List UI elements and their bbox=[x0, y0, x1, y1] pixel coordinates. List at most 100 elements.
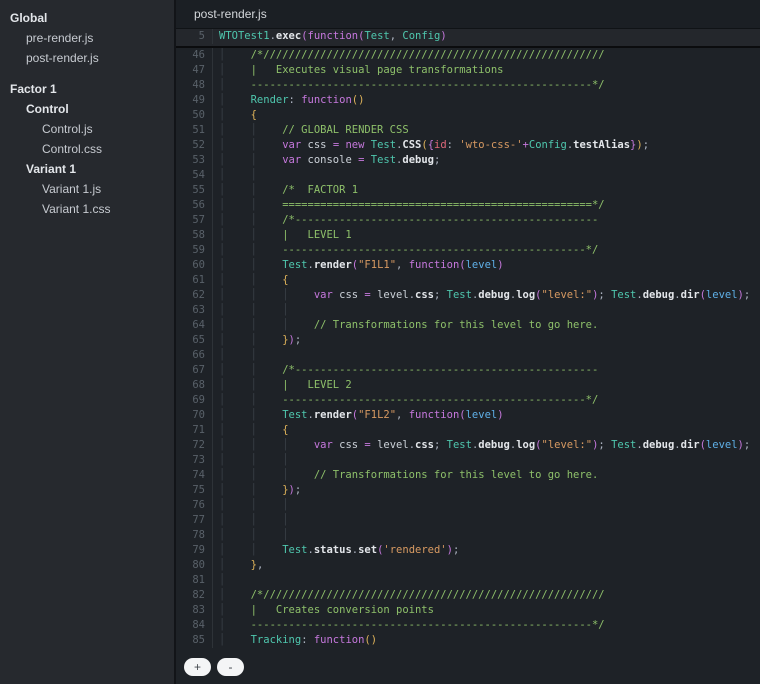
line-number: 59 bbox=[192, 244, 205, 256]
code-line-57: 57 │ │ /*--------------------------------… bbox=[176, 213, 760, 228]
zoom-in-button[interactable]: + bbox=[184, 658, 211, 676]
code-line-47: 47 │ | Executes visual page transformatio… bbox=[176, 63, 760, 78]
code-line-52: 52 │ │ var css = new Test.CSS({id: 'wto-c… bbox=[176, 138, 760, 153]
code-line-65: 65 │ │ }); bbox=[176, 333, 760, 348]
code-line-71: 71 │ │ { bbox=[176, 423, 760, 438]
line-number: 62 bbox=[192, 289, 205, 301]
line-number: 60 bbox=[192, 259, 205, 271]
line-number: 50 bbox=[192, 109, 205, 121]
code-line-82: 82 │ /*//////////////////////////////////… bbox=[176, 588, 760, 603]
file-tree-sidebar: Global pre-render.js post-render.js Factor … bbox=[0, 0, 176, 684]
sidebar-item-global[interactable]: Global bbox=[0, 8, 174, 28]
sidebar-item-variant-1-css[interactable]: Variant 1.css bbox=[0, 199, 174, 219]
line-number: 5 bbox=[198, 30, 205, 42]
line-number: 57 bbox=[192, 214, 205, 226]
sidebar-item-control-css[interactable]: Control.css bbox=[0, 139, 174, 159]
code-line-55: 55 │ │ /* FACTOR 1 bbox=[176, 183, 760, 198]
line-number: 71 bbox=[192, 424, 205, 436]
code-line-56: 56 │ │ ==================================… bbox=[176, 198, 760, 213]
line-number: 54 bbox=[192, 169, 205, 181]
code-line-81: 81 │ bbox=[176, 573, 760, 588]
line-number: 66 bbox=[192, 349, 205, 361]
code-line-75: 75 │ │ }); bbox=[176, 483, 760, 498]
sidebar-item-pre-render-js[interactable]: pre-render.js bbox=[0, 28, 174, 48]
sidebar-item-control-js[interactable]: Control.js bbox=[0, 119, 174, 139]
line-number: 53 bbox=[192, 154, 205, 166]
code-line-70: 70 │ │ Test.render("F1L2", function(level… bbox=[176, 408, 760, 423]
line-number: 72 bbox=[192, 439, 205, 451]
code-line-73: 73 │ │ │ bbox=[176, 453, 760, 468]
line-number: 82 bbox=[192, 589, 205, 601]
code-line-5: 5 WTOTest1.exec(function(Test, Config) bbox=[176, 29, 760, 44]
line-number: 80 bbox=[192, 559, 205, 571]
sidebar-item-post-render-js[interactable]: post-render.js bbox=[0, 48, 174, 68]
code-line-85: 85 │ Tracking: function() bbox=[176, 633, 760, 648]
line-number: 67 bbox=[192, 364, 205, 376]
code-line-83: 83 │ | Creates conversion points bbox=[176, 603, 760, 618]
line-number: 78 bbox=[192, 529, 205, 541]
line-number: 49 bbox=[192, 94, 205, 106]
code-line-78: 78 │ │ │ bbox=[176, 528, 760, 543]
line-number: 63 bbox=[192, 304, 205, 316]
code-line-69: 69 │ │ ----------------------------------… bbox=[176, 393, 760, 408]
code-area[interactable]: 46 │ /*//////////////////////////////////… bbox=[176, 48, 760, 648]
editor-pane: post-render.js 5 WTOTest1.exec(function(T… bbox=[176, 0, 760, 684]
editor-zoom-controls: + - bbox=[184, 658, 244, 676]
line-number: 81 bbox=[192, 574, 205, 586]
code-line-68: 68 │ │ | LEVEL 2 bbox=[176, 378, 760, 393]
line-number: 69 bbox=[192, 394, 205, 406]
line-number: 68 bbox=[192, 379, 205, 391]
line-number: 56 bbox=[192, 199, 205, 211]
code-line-64: 64 │ │ │ // Transformations for this leve… bbox=[176, 318, 760, 333]
code-line-66: 66 │ │ bbox=[176, 348, 760, 363]
code-line-79: 79 │ │ Test.status.set('rendered'); bbox=[176, 543, 760, 558]
code-line-72: 72 │ │ │ var css = level.css; Test.debug.… bbox=[176, 438, 760, 453]
line-number: 84 bbox=[192, 619, 205, 631]
code-line-48: 48 │ ------------------------------------… bbox=[176, 78, 760, 93]
code-line-54: 54 │ │ bbox=[176, 168, 760, 183]
line-number: 83 bbox=[192, 604, 205, 616]
code-line-53: 53 │ │ var console = Test.debug; bbox=[176, 153, 760, 168]
code-line-60: 60 │ │ Test.render("F1L1", function(level… bbox=[176, 258, 760, 273]
code-line-77: 77 │ │ │ bbox=[176, 513, 760, 528]
line-number: 70 bbox=[192, 409, 205, 421]
line-number: 64 bbox=[192, 319, 205, 331]
code-line-49: 49 │ Render: function() bbox=[176, 93, 760, 108]
code-line-61: 61 │ │ { bbox=[176, 273, 760, 288]
pinned-context-line: 5 WTOTest1.exec(function(Test, Config) bbox=[176, 29, 760, 48]
line-number: 55 bbox=[192, 184, 205, 196]
line-number: 52 bbox=[192, 139, 205, 151]
line-number: 58 bbox=[192, 229, 205, 241]
sidebar-item-variant-1[interactable]: Variant 1 bbox=[0, 159, 174, 179]
zoom-out-button[interactable]: - bbox=[217, 658, 244, 676]
code-line-63: 63 │ │ │ bbox=[176, 303, 760, 318]
sidebar-item-factor-1[interactable]: Factor 1 bbox=[0, 79, 174, 99]
code-line-74: 74 │ │ │ // Transformations for this leve… bbox=[176, 468, 760, 483]
app-window: Global pre-render.js post-render.js Factor … bbox=[0, 0, 760, 684]
code-line-67: 67 │ │ /*--------------------------------… bbox=[176, 363, 760, 378]
line-number: 48 bbox=[192, 79, 205, 91]
tab-bar: post-render.js bbox=[176, 0, 760, 29]
code-line-84: 84 │ ------------------------------------… bbox=[176, 618, 760, 633]
line-number: 47 bbox=[192, 64, 205, 76]
sidebar-item-control[interactable]: Control bbox=[0, 99, 174, 119]
code-line-51: 51 │ │ // GLOBAL RENDER CSS bbox=[176, 123, 760, 138]
line-number: 77 bbox=[192, 514, 205, 526]
line-number: 65 bbox=[192, 334, 205, 346]
line-number: 75 bbox=[192, 484, 205, 496]
tab-post-render-js[interactable]: post-render.js bbox=[176, 7, 285, 21]
code-line-76: 76 │ │ │ bbox=[176, 498, 760, 513]
code-line-80: 80 │ }, bbox=[176, 558, 760, 573]
code-line-46: 46 │ /*//////////////////////////////////… bbox=[176, 48, 760, 63]
line-number: 46 bbox=[192, 49, 205, 61]
line-number: 85 bbox=[192, 634, 205, 646]
code-line-50: 50 │ { bbox=[176, 108, 760, 123]
line-number: 76 bbox=[192, 499, 205, 511]
line-number: 79 bbox=[192, 544, 205, 556]
code-line-58: 58 │ │ | LEVEL 1 bbox=[176, 228, 760, 243]
sidebar-item-variant-1-js[interactable]: Variant 1.js bbox=[0, 179, 174, 199]
code-line-62: 62 │ │ │ var css = level.css; Test.debug.… bbox=[176, 288, 760, 303]
code-line-59: 59 │ │ ----------------------------------… bbox=[176, 243, 760, 258]
line-number: 74 bbox=[192, 469, 205, 481]
line-number: 61 bbox=[192, 274, 205, 286]
